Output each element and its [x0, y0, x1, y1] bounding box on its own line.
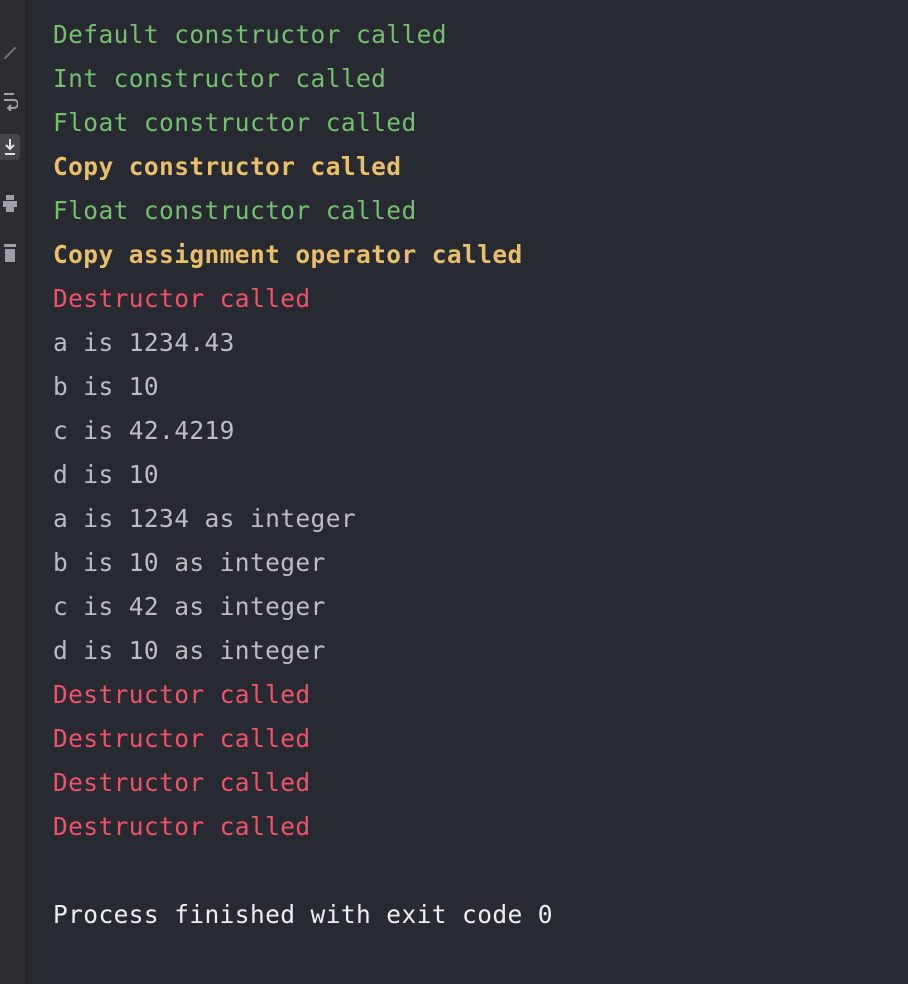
console-line: Copy assignment operator called: [53, 240, 523, 269]
console-line: Destructor called: [53, 284, 311, 313]
print-icon[interactable]: [0, 190, 20, 216]
console-line: Default constructor called: [53, 20, 447, 49]
console-line: Float constructor called: [53, 196, 417, 225]
console-line: d is 10: [53, 460, 160, 489]
console-line: Float constructor called: [53, 108, 417, 137]
console-line: Destructor called: [53, 768, 311, 797]
trash-icon[interactable]: [0, 240, 20, 266]
run-tool-window: Default constructor called Int constructo…: [0, 0, 908, 984]
console-line: Int constructor called: [53, 64, 387, 93]
console-line: d is 10 as integer: [53, 636, 326, 665]
console-toolbar: [0, 0, 27, 984]
console-line: Destructor called: [53, 680, 311, 709]
edit-icon[interactable]: [0, 40, 20, 66]
console-line: c is 42 as integer: [53, 592, 326, 621]
console-line: a is 1234.43: [53, 328, 235, 357]
console-line: Copy constructor called: [53, 152, 402, 181]
console-line: b is 10: [53, 372, 160, 401]
console-line: a is 1234 as integer: [53, 504, 357, 533]
console-line: Destructor called: [53, 812, 311, 841]
console-line: b is 10 as integer: [53, 548, 326, 577]
console-line: c is 42.4219: [53, 416, 235, 445]
console-lines: Default constructor called Int constructo…: [53, 13, 553, 937]
soft-wrap-icon[interactable]: [0, 88, 20, 114]
scroll-to-end-icon[interactable]: [0, 134, 20, 160]
exit-status-line: Process finished with exit code 0: [53, 900, 553, 929]
console-line: Destructor called: [53, 724, 311, 753]
console-output[interactable]: Default constructor called Int constructo…: [27, 0, 908, 984]
